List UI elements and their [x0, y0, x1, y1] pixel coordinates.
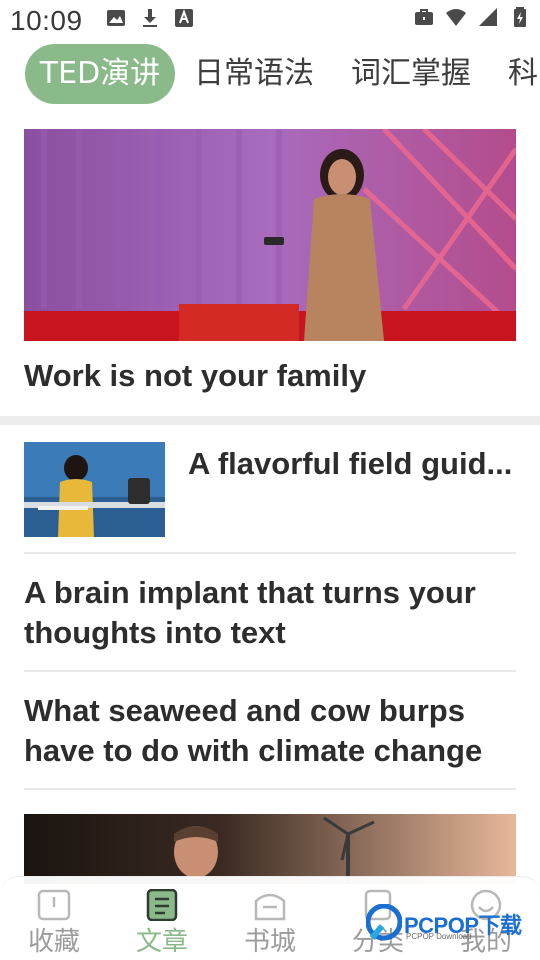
a-box-icon: [175, 9, 193, 27]
download-icon: [143, 9, 157, 27]
book-icon: [37, 889, 71, 921]
status-left-icons: [106, 8, 194, 28]
hero-article-image[interactable]: [24, 129, 516, 341]
section-separator: [0, 416, 540, 425]
divider: [24, 788, 516, 790]
nav-label: 文章: [135, 927, 188, 957]
thumb-photo: [24, 442, 165, 537]
image-icon: [107, 10, 125, 26]
nav-label: 书城: [243, 927, 296, 957]
category-tabs: TED演讲 日常语法 词汇掌握 科: [0, 44, 540, 106]
briefcase-icon: [415, 9, 433, 25]
next-article-image[interactable]: [24, 814, 516, 884]
nav-item-articles[interactable]: 文章: [122, 889, 202, 958]
tab-vocabulary[interactable]: 词汇掌握: [337, 44, 485, 104]
tab-ted[interactable]: TED演讲: [25, 44, 175, 104]
status-time: 10:09: [10, 5, 83, 36]
battery-icon: [514, 7, 526, 27]
hero-article-title[interactable]: Work is not your family: [24, 358, 366, 394]
signal-icon: [479, 8, 497, 26]
nav-item-bookstore[interactable]: 书城: [230, 889, 310, 958]
tab-grammar[interactable]: 日常语法: [180, 44, 328, 104]
status-bar: 10:09: [0, 0, 540, 38]
bookstore-icon: [254, 893, 286, 921]
thumb-article-title[interactable]: A flavorful field guid...: [188, 446, 524, 482]
thumb-article-image[interactable]: [24, 442, 165, 537]
status-right-icons: [414, 7, 530, 27]
tab-science[interactable]: 科: [494, 44, 540, 104]
watermark-logo: PCPOP下载 PCPOP Download: [366, 902, 536, 946]
article-title[interactable]: What seaweed and cow burps have to do wi…: [24, 691, 516, 771]
article-title[interactable]: A brain implant that turns your thoughts…: [24, 573, 516, 653]
next-article-photo: [24, 814, 516, 884]
divider: [24, 670, 516, 672]
divider: [24, 552, 516, 554]
pcpop-logo-icon: [366, 904, 402, 941]
nav-item-favorites[interactable]: 收藏: [14, 889, 94, 958]
hero-photo: [24, 129, 516, 341]
article-icon: [146, 889, 178, 921]
wifi-icon: [446, 9, 466, 26]
nav-label: 收藏: [27, 927, 80, 957]
watermark-subtext: PCPOP Download: [406, 932, 472, 941]
